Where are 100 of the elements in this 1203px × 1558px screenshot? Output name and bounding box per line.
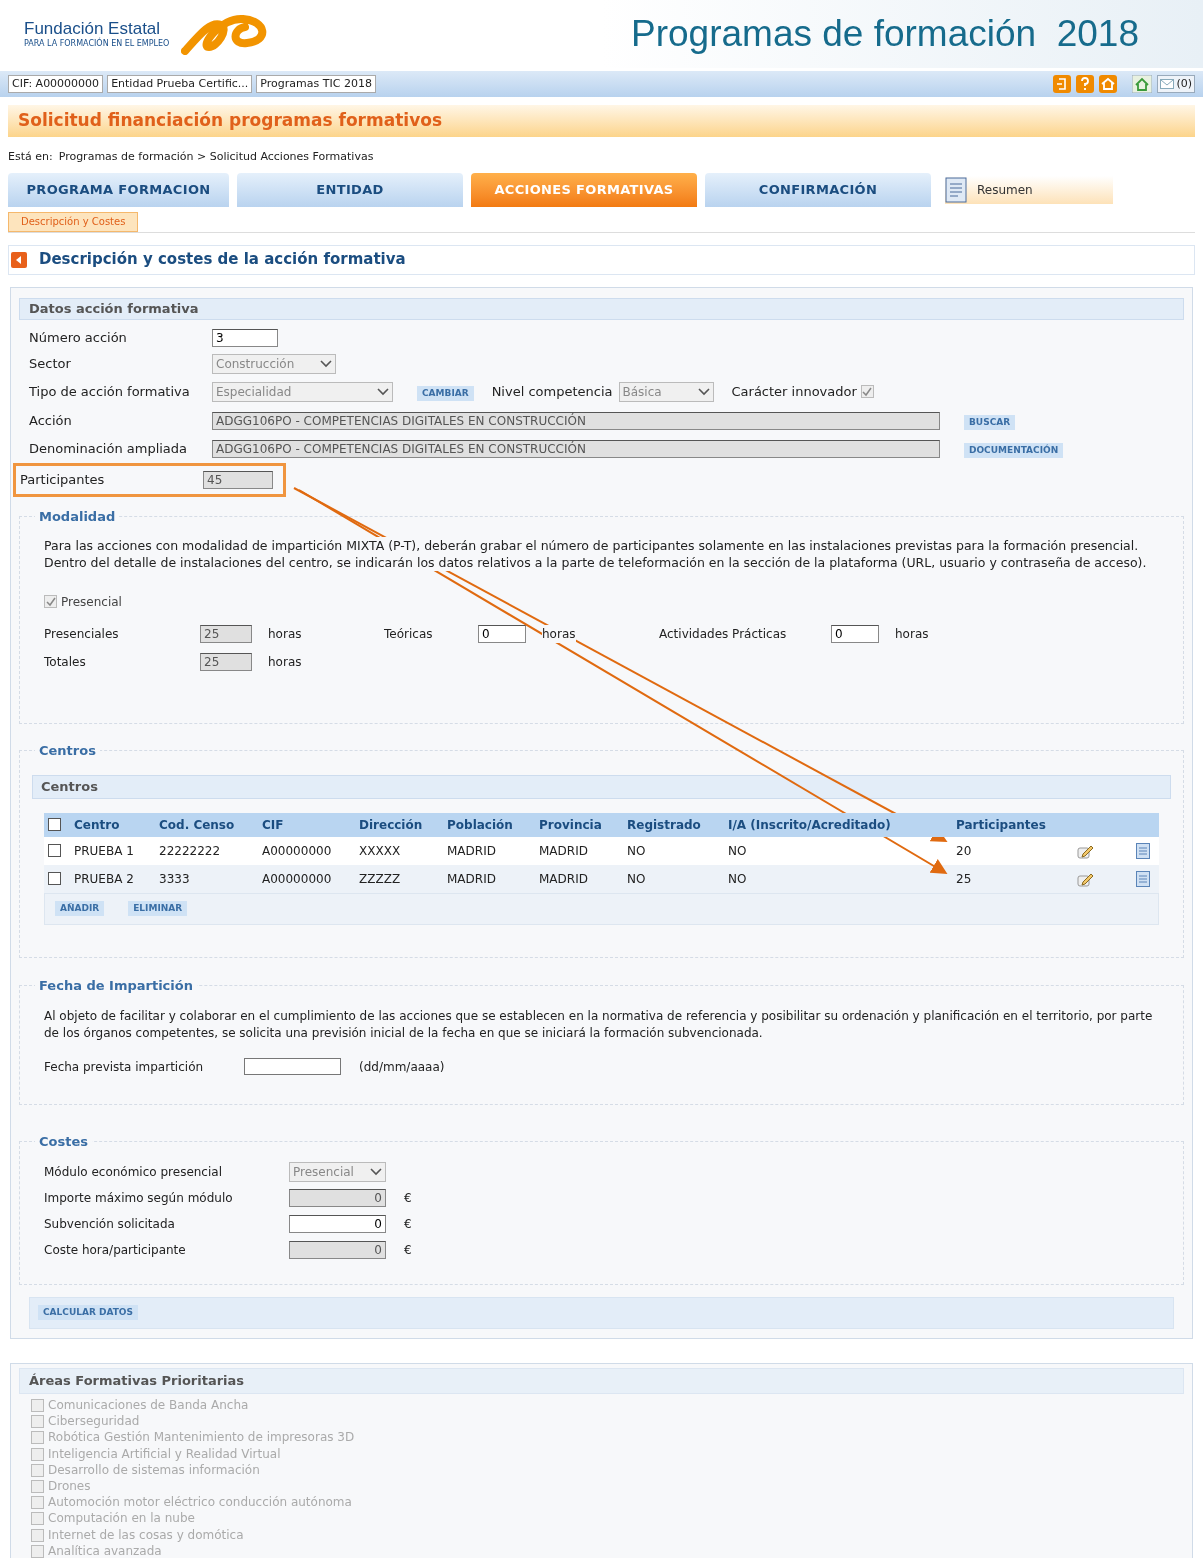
column-header: CIF	[262, 816, 285, 834]
org-tagline: PARA LA FORMACIÓN EN EL EMPLEO	[24, 39, 170, 49]
input-field[interactable]: 0	[831, 624, 879, 643]
summary-button[interactable]: Resumen	[945, 175, 1113, 204]
org-name: Fundación Estatal	[24, 19, 162, 38]
table-cell-text: 3333	[159, 870, 191, 888]
help-icon[interactable]	[1076, 75, 1095, 93]
table-cell-text: A00000000	[262, 842, 333, 860]
table-cell-text: 22222222	[159, 842, 222, 860]
column-header: Participantes	[956, 816, 1047, 834]
field-label: Acción	[29, 411, 73, 430]
table-cell-text: A00000000	[262, 870, 333, 888]
checkbox-label: Internet de las cosas y domótica	[48, 1527, 244, 1543]
checkbox-label: Inteligencia Artificial y Realidad Virtual	[48, 1446, 281, 1462]
info-paragraph: Al objeto de facilitar y colaborar en el cumplimiento de las acciones que se establecen en la normativa de referencia y posibilitar su ordenación y planificación en el territorio, por parte de los órganos competentes, se solicita una previsión inicial de la fecha en que se iniciará la formación subvencionada.	[44, 1007, 1154, 1042]
column-header: Dirección	[359, 816, 424, 834]
date-input[interactable]	[244, 1058, 341, 1075]
chevron-down-icon	[320, 359, 332, 368]
table-cell-text: NO	[728, 842, 748, 860]
checkbox-label: Automoción motor eléctrico conducción autónoma	[48, 1495, 352, 1511]
action-button[interactable]: AÑADIR	[55, 901, 105, 916]
table-cell-text: 20	[956, 842, 973, 860]
nav-tab[interactable]: CONFIRMACIÓN	[705, 172, 931, 207]
document-icon[interactable]	[1136, 870, 1150, 887]
mail-button[interactable]: (0)	[1157, 75, 1195, 93]
chevron-down-icon	[370, 1167, 382, 1176]
collapse-icon[interactable]	[11, 251, 27, 268]
field-label: Denominación ampliada	[29, 439, 189, 458]
table-cell-text: XXXXX	[359, 842, 402, 860]
field-label: Número acción	[29, 328, 128, 347]
checkbox[interactable]	[44, 595, 57, 608]
column-header: Provincia	[539, 816, 603, 834]
home-icon[interactable]	[1099, 75, 1118, 93]
table-cell-text: MADRID	[447, 842, 497, 860]
format-hint: (dd/mm/aaaa)	[359, 1058, 445, 1076]
exit-icon[interactable]	[1053, 75, 1072, 93]
checkbox[interactable]	[860, 385, 874, 398]
envelope-icon	[1160, 79, 1175, 89]
checkbox-label: Presencial	[61, 593, 122, 611]
column-header: Población	[447, 816, 514, 834]
checkbox-label: Analítica avanzada	[48, 1543, 162, 1558]
field-label: Actividades Prácticas	[659, 625, 788, 643]
table-cell-text: MADRID	[539, 842, 589, 860]
panel-title: Datos acción formativa	[29, 299, 199, 318]
column-header: Registrado	[627, 816, 702, 834]
checkbox-label: Robótica Gestión Mantenimiento de impresoras 3D	[48, 1430, 355, 1446]
section-title: Descripción y costes de la acción formativa	[39, 249, 406, 271]
field-label: Importe máximo según módulo	[44, 1189, 234, 1207]
checkbox-label: Comunicaciones de Banda Ancha	[48, 1398, 249, 1414]
column-header: I/A (Inscrito/Acreditado)	[728, 816, 892, 834]
nav-tab[interactable]: ENTIDAD	[237, 172, 463, 207]
nav-tab[interactable]: PROGRAMA FORMACION	[8, 172, 229, 207]
field-label: Fecha prevista impartición	[44, 1058, 205, 1076]
checkbox-label: Computación en la nube	[48, 1511, 195, 1527]
chevron-down-icon	[377, 387, 389, 396]
currency-label: €	[404, 1241, 412, 1259]
table-cell-text: PRUEBA 1	[74, 842, 135, 860]
field-label: Coste hora/participante	[44, 1241, 187, 1259]
action-button[interactable]: ELIMINAR	[128, 901, 188, 916]
chevron-down-icon	[697, 387, 710, 396]
page-title: Solicitud financiación programas formativos	[18, 109, 442, 133]
breadcrumb-path: Programas de formación > Solicitud Acciones Formativas	[58, 149, 374, 165]
currency-label: €	[404, 1189, 412, 1207]
checkbox-label: Ciberseguridad	[48, 1414, 140, 1430]
table-cell-text: ZZZZZ	[359, 870, 402, 888]
input-field[interactable]: 0	[478, 624, 526, 643]
table-cell-text: NO	[627, 870, 647, 888]
column-header: Centro	[74, 816, 121, 834]
table-cell-text: MADRID	[447, 870, 497, 888]
input-field[interactable]: 0	[289, 1214, 386, 1233]
sub-tab[interactable]: Descripción y Costes	[8, 211, 139, 232]
input-field[interactable]: 3	[212, 328, 278, 347]
home-icon[interactable]	[1132, 75, 1153, 93]
unit-label: horas	[542, 624, 576, 643]
field-label: Tipo de acción formativa	[29, 382, 191, 401]
page-banner-title: Programas de formación 2018	[631, 12, 1140, 57]
field-label: Carácter innovador	[731, 382, 857, 401]
checkbox[interactable]	[48, 818, 61, 831]
field-label: Nivel competencia	[491, 382, 613, 401]
table-cell-text: PRUEBA 2	[74, 870, 135, 888]
info-chip: Programas TIC 2018	[256, 75, 376, 93]
panel-title: Centros	[41, 777, 98, 796]
checkbox[interactable]	[48, 872, 61, 885]
breadcrumb-label: Está en:	[8, 149, 53, 165]
checkbox[interactable]	[48, 844, 61, 857]
document-icon	[945, 176, 967, 203]
action-button[interactable]: CALCULAR DATOS	[38, 1305, 138, 1320]
currency-label: €	[404, 1215, 412, 1233]
field-label: Sector	[29, 354, 72, 373]
info-paragraph: Para las acciones con modalidad de impartición MIXTA (P-T), deberán grabar el número de participantes solamente en las instalaciones previstas para la formación presencial. Dentro del detalle de instalaciones del centro, se indicarán los datos relativos a la parte de teleformación en la sección de la plataforma (URL, usuario y contraseña de acceso).	[44, 536, 1149, 571]
field-label: Módulo económico presencial	[44, 1163, 223, 1181]
field-label: Teóricas	[384, 625, 434, 643]
field-label: Participantes	[20, 470, 106, 489]
table-cell-text: NO	[728, 870, 748, 888]
document-icon[interactable]	[1136, 842, 1150, 859]
info-chip: CIF: A00000000	[8, 75, 104, 93]
table-cell-text: NO	[627, 842, 647, 860]
field-label: Subvención solicitada	[44, 1215, 176, 1233]
info-chip: Entidad Prueba Certific...	[107, 75, 253, 93]
checkbox-label: Desarrollo de sistemas información	[48, 1462, 260, 1478]
